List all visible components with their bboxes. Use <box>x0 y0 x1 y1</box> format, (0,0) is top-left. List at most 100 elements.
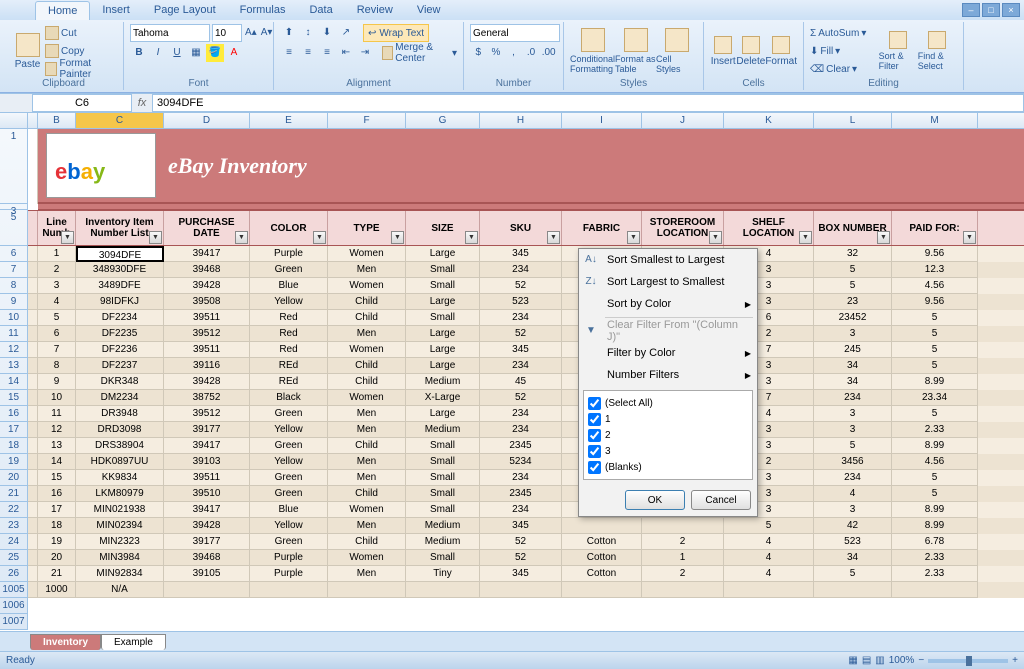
row-header[interactable]: 22 <box>0 502 28 518</box>
cell[interactable] <box>250 582 328 598</box>
cell[interactable]: Small <box>406 454 480 470</box>
row-header[interactable]: 7 <box>0 262 28 278</box>
cell[interactable]: 23452 <box>814 310 892 326</box>
cell[interactable]: N/A <box>76 582 164 598</box>
cell[interactable]: Medium <box>406 518 480 534</box>
cell[interactable]: 523 <box>480 294 562 310</box>
cell[interactable]: 345 <box>480 566 562 582</box>
cell[interactable]: 8.99 <box>892 438 978 454</box>
cell[interactable]: 52 <box>480 534 562 550</box>
row-header[interactable]: 6 <box>0 246 28 262</box>
minimize-button[interactable]: – <box>962 3 980 17</box>
cell[interactable]: DF2236 <box>76 342 164 358</box>
cell-styles-button[interactable]: Cell Styles <box>656 24 697 78</box>
cell[interactable]: 39105 <box>164 566 250 582</box>
cell[interactable]: 39428 <box>164 374 250 390</box>
cell[interactable]: 23.34 <box>892 390 978 406</box>
cell[interactable]: 234 <box>480 262 562 278</box>
col-header[interactable]: I <box>562 113 642 128</box>
column-header[interactable]: Inventory Item Number List▼ <box>76 211 164 245</box>
cell[interactable]: 23 <box>814 294 892 310</box>
column-header[interactable]: PURCHASE DATE▼ <box>164 211 250 245</box>
select-all-corner[interactable] <box>0 113 28 128</box>
filter-check-item[interactable]: 1 <box>588 411 748 427</box>
cell[interactable]: Men <box>328 262 406 278</box>
cell[interactable]: 39428 <box>164 518 250 534</box>
cell[interactable]: Large <box>406 406 480 422</box>
cell[interactable]: DF2234 <box>76 310 164 326</box>
cell[interactable]: Green <box>250 470 328 486</box>
cell[interactable]: 234 <box>480 358 562 374</box>
cell[interactable]: Small <box>406 278 480 294</box>
cell[interactable]: Cotton <box>562 534 642 550</box>
cell[interactable]: Medium <box>406 534 480 550</box>
cell[interactable]: 5 <box>814 438 892 454</box>
increase-decimal-button[interactable]: .0 <box>523 44 540 62</box>
cell[interactable]: 39511 <box>164 470 250 486</box>
cell[interactable]: Red <box>250 326 328 342</box>
cell[interactable]: Child <box>328 294 406 310</box>
row-header[interactable]: 15 <box>0 390 28 406</box>
cell[interactable]: Green <box>250 486 328 502</box>
cell[interactable] <box>892 582 978 598</box>
cell[interactable]: DF2237 <box>76 358 164 374</box>
tab-insert[interactable]: Insert <box>90 1 142 19</box>
col-header[interactable]: B <box>38 113 76 128</box>
col-header[interactable]: G <box>406 113 480 128</box>
column-header[interactable]: STOREROOM LOCATION▼ <box>642 211 724 245</box>
zoom-level[interactable]: 100% <box>889 655 915 666</box>
sort-filter-button[interactable]: Sort & Filter <box>879 24 918 78</box>
cell[interactable]: 8.99 <box>892 502 978 518</box>
cell[interactable]: Men <box>328 454 406 470</box>
cell[interactable]: 4 <box>724 566 814 582</box>
view-pagebreak-icon[interactable]: ▥ <box>875 655 884 666</box>
fill-color-button[interactable]: 🪣 <box>206 44 224 62</box>
cell[interactable]: 234 <box>480 310 562 326</box>
cell[interactable]: Large <box>406 358 480 374</box>
cell[interactable]: 17 <box>38 502 76 518</box>
cell[interactable]: 4.56 <box>892 454 978 470</box>
cell[interactable]: 5 <box>814 566 892 582</box>
cell[interactable]: 39511 <box>164 342 250 358</box>
italic-button[interactable]: I <box>149 44 167 62</box>
cell[interactable]: 234 <box>480 406 562 422</box>
cell[interactable]: 1000 <box>38 582 76 598</box>
align-bottom-button[interactable]: ⬇ <box>318 24 336 42</box>
col-header[interactable] <box>28 113 38 128</box>
cell[interactable]: 345 <box>480 246 562 262</box>
cell[interactable]: Small <box>406 262 480 278</box>
cell[interactable]: 8.99 <box>892 518 978 534</box>
cell[interactable]: 234 <box>814 470 892 486</box>
col-header[interactable]: D <box>164 113 250 128</box>
cell[interactable]: 9.56 <box>892 294 978 310</box>
insert-cells-button[interactable]: Insert <box>710 24 736 78</box>
column-header[interactable]: SIZE▼ <box>406 211 480 245</box>
cell[interactable]: 39417 <box>164 438 250 454</box>
cell[interactable]: 13 <box>38 438 76 454</box>
cell[interactable]: 234 <box>814 390 892 406</box>
cell[interactable]: 4.56 <box>892 278 978 294</box>
row-header[interactable]: 1005 <box>0 582 28 598</box>
cell[interactable]: 9 <box>38 374 76 390</box>
cell[interactable]: X-Large <box>406 390 480 406</box>
restore-button[interactable]: □ <box>982 3 1000 17</box>
bold-button[interactable]: B <box>130 44 148 62</box>
cell[interactable]: Medium <box>406 422 480 438</box>
col-header[interactable]: E <box>250 113 328 128</box>
cell[interactable]: REd <box>250 374 328 390</box>
cell[interactable]: 5 <box>892 342 978 358</box>
merge-center-button[interactable]: Merge & Center ▾ <box>382 44 457 62</box>
row-header[interactable]: 8 <box>0 278 28 294</box>
underline-button[interactable]: U <box>168 44 186 62</box>
cell[interactable]: Purple <box>250 566 328 582</box>
cell[interactable]: 34 <box>814 358 892 374</box>
cell[interactable]: Child <box>328 534 406 550</box>
currency-button[interactable]: $ <box>470 44 487 62</box>
align-middle-button[interactable]: ↕ <box>299 24 317 42</box>
cell[interactable]: 5 <box>892 486 978 502</box>
cell[interactable]: 8 <box>38 358 76 374</box>
cell[interactable]: 234 <box>480 422 562 438</box>
col-header[interactable]: F <box>328 113 406 128</box>
filter-check-item[interactable]: (Select All) <box>588 395 748 411</box>
font-color-button[interactable]: A <box>225 44 243 62</box>
